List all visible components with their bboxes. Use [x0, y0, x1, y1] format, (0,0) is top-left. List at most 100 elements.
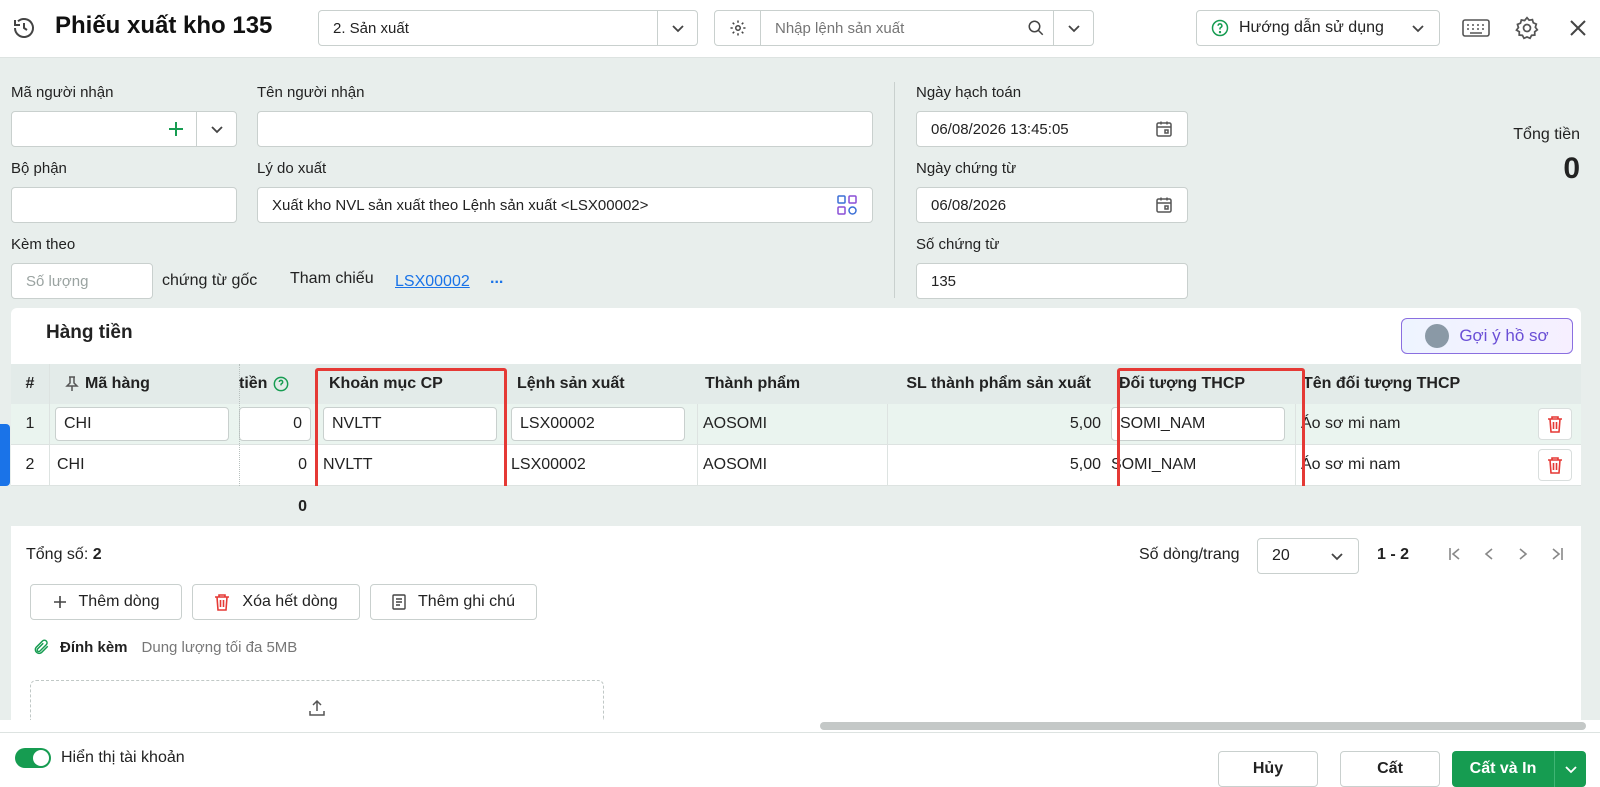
add-note-label: Thêm ghi chú [418, 593, 515, 610]
chevron-down-icon[interactable] [196, 112, 236, 146]
suggest-profile-button[interactable]: Gợi ý hồ sơ [1401, 318, 1573, 354]
posting-date-value: 06/08/2026 13:45:05 [931, 120, 1069, 138]
page-title: Phiếu xuất kho 135 [55, 12, 273, 39]
trash-icon [1547, 456, 1563, 474]
cancel-button[interactable]: Hủy [1218, 751, 1318, 787]
reason-field[interactable]: Xuất kho NVL sản xuất theo Lệnh sản xuất… [257, 187, 873, 223]
grid-summary-row: 0 [11, 486, 1581, 526]
settings-small-icon[interactable] [715, 11, 761, 45]
first-page-icon[interactable] [1447, 546, 1463, 562]
search-icon[interactable] [1019, 19, 1053, 37]
help-circle-icon[interactable] [273, 376, 289, 392]
posting-date-label: Ngày hạch toán [916, 84, 1022, 101]
keyboard-icon[interactable] [1462, 16, 1490, 40]
save-button[interactable]: Cất [1340, 751, 1440, 787]
production-order-search[interactable] [714, 10, 1094, 46]
item-code-cell[interactable]: CHI [57, 445, 85, 485]
gear-icon[interactable] [1514, 15, 1540, 41]
detail-section: Hàng tiền Gợi ý hồ sơ # Mã hàng tiền Kho… [11, 308, 1581, 720]
history-icon[interactable] [12, 16, 36, 40]
col-product-qty[interactable]: SL thành phẩm sản xuất [879, 364, 1105, 404]
table-row[interactable]: 2 CHI 0 NVLTT LSX00002 AOSOMI 5,00 SOMI_… [11, 445, 1581, 486]
total-value: 0 [1563, 152, 1580, 185]
cost-object-name-cell: Áo sơ mi nam [1301, 456, 1401, 473]
delete-all-rows-button[interactable]: Xóa hết dòng [192, 584, 360, 620]
top-bar: Phiếu xuất kho 135 2. Sản xuất Hướng dẫn… [0, 0, 1600, 58]
receiver-code-field[interactable] [11, 111, 237, 147]
product-qty-cell[interactable]: 5,00 [879, 404, 1101, 444]
amount-input[interactable]: 0 [239, 407, 311, 441]
department-field[interactable] [11, 187, 237, 223]
chevron-down-icon[interactable] [1053, 11, 1093, 45]
col-amount-label: tiền [239, 375, 268, 392]
production-order-cell[interactable]: LSX00002 [511, 407, 685, 441]
item-code-cell[interactable]: CHI [55, 407, 229, 441]
horizontal-scrollbar-thumb[interactable] [820, 722, 1586, 730]
prev-page-icon[interactable] [1481, 546, 1497, 562]
toggle-knob [33, 750, 49, 766]
trash-icon [1547, 415, 1563, 433]
ai-scan-icon[interactable] [836, 194, 858, 216]
qty-field[interactable]: Số lượng [11, 263, 153, 299]
amount-cell[interactable]: 0 [239, 407, 311, 441]
col-product[interactable]: Thành phẩm [697, 364, 877, 404]
reference-link[interactable]: LSX00002 [395, 273, 470, 291]
attachment-dropzone[interactable] [30, 680, 604, 720]
col-amount[interactable]: tiền [239, 364, 311, 404]
page-range: 1 - 2 [1377, 546, 1410, 563]
add-icon[interactable] [156, 121, 196, 137]
suggest-label: Gợi ý hồ sơ [1459, 326, 1549, 345]
col-divider [887, 404, 888, 486]
doc-no-field[interactable]: 135 [916, 263, 1188, 299]
product-cell[interactable]: AOSOMI [703, 445, 767, 485]
help-button[interactable]: Hướng dẫn sử dụng [1196, 10, 1440, 46]
last-page-icon[interactable] [1549, 546, 1565, 562]
highlight-cost-item-column [315, 368, 507, 490]
chevron-down-icon[interactable] [1554, 751, 1586, 787]
col-divider [49, 364, 50, 486]
receiver-name-field[interactable] [257, 111, 873, 147]
show-account-toggle[interactable] [15, 748, 51, 768]
doc-date-field[interactable]: 06/08/2026 [916, 187, 1188, 223]
rows-per-page-select[interactable]: 20 [1257, 538, 1359, 574]
col-item-code-label: Mã hàng [85, 375, 150, 392]
attach-label: Kèm theo [11, 236, 76, 253]
production-order-cell[interactable]: LSX00002 [511, 445, 586, 485]
col-item-code[interactable]: Mã hàng [51, 364, 241, 404]
total-count: Tổng số: 2 [26, 546, 102, 564]
row-index: 1 [25, 415, 35, 432]
calendar-icon[interactable] [1155, 196, 1173, 214]
save-print-button[interactable]: Cất và In [1452, 751, 1586, 787]
add-note-button[interactable]: Thêm ghi chú [370, 584, 537, 620]
side-collapse-tab[interactable] [0, 424, 10, 486]
posting-date-field[interactable]: 06/08/2026 13:45:05 [916, 111, 1188, 147]
table-row[interactable]: 1 CHI 0 NVLTT LSX00002 AOSOMI 5,00 SOMI_… [11, 404, 1581, 445]
item-code-input[interactable]: CHI [55, 407, 229, 441]
amount-cell[interactable]: 0 [239, 445, 307, 485]
highlight-cost-object-column [1117, 368, 1305, 490]
cost-object-name-cell: Áo sơ mi nam [1301, 415, 1401, 432]
doc-no-label: Số chứng từ [916, 236, 1000, 253]
add-row-button[interactable]: Thêm dòng [30, 584, 182, 620]
origin-doc-label: chứng từ gốc [162, 272, 258, 289]
calendar-icon[interactable] [1155, 120, 1173, 138]
paperclip-icon [32, 638, 50, 656]
delete-row-button[interactable] [1538, 408, 1572, 440]
product-qty-cell[interactable]: 5,00 [879, 445, 1101, 485]
next-page-icon[interactable] [1515, 546, 1531, 562]
search-input[interactable] [761, 19, 1019, 37]
col-cost-object-name[interactable]: Tên đối tượng THCP [1295, 364, 1515, 404]
save-print-label: Cất và In [1469, 760, 1537, 777]
col-production-order[interactable]: Lệnh sản xuất [509, 364, 689, 404]
voucher-type-select[interactable]: 2. Sản xuất [318, 10, 698, 46]
horizontal-scrollbar-track [0, 720, 1600, 732]
chevron-down-icon[interactable] [657, 11, 697, 45]
row-index: 2 [25, 456, 35, 473]
delete-row-button[interactable] [1538, 449, 1572, 481]
reference-more-button[interactable]: ... [490, 270, 503, 288]
frozen-divider [239, 364, 240, 486]
close-icon[interactable] [1568, 18, 1588, 38]
pin-icon[interactable] [65, 376, 79, 392]
production-order-input[interactable]: LSX00002 [511, 407, 685, 441]
product-cell[interactable]: AOSOMI [703, 404, 767, 444]
